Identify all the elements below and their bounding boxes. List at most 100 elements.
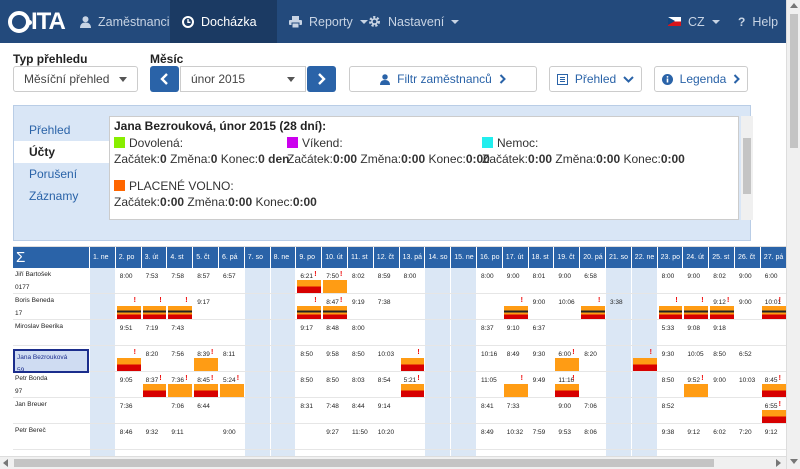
day-cell-time[interactable]: 9:17 [197,299,210,306]
nav-employees[interactable]: Zaměstnanci [68,0,182,43]
tab-overview[interactable]: Přehled [14,119,109,141]
employee-name[interactable]: Petr Bereč [13,424,89,450]
day-cell-time[interactable]: 8:31 [300,403,313,410]
horizontal-scrollbar[interactable] [0,456,786,469]
day-cell-time[interactable]: 8:45 [765,377,778,384]
day-cell-time[interactable]: 8:37 [481,325,494,332]
day-cell-time[interactable]: 8:00 [352,325,365,332]
day-cell-time[interactable]: 9:38 [662,429,675,436]
day-cell-time[interactable]: 6:57 [223,273,236,280]
day-cell-time[interactable]: 6:58 [584,273,597,280]
day-cell-time[interactable]: 8:59 [378,273,391,280]
day-cell-time[interactable]: 9:12 [765,429,778,436]
employee-name[interactable]: Boris Beneda 17 [13,294,89,320]
attendance-bar[interactable] [503,384,528,397]
attendance-bar[interactable] [684,306,709,319]
day-header[interactable]: 2. po [115,247,141,268]
day-header[interactable]: 14. so [425,247,451,268]
day-cell-time[interactable]: 7:36 [171,377,184,384]
day-cell-time[interactable]: 11:05 [481,377,497,384]
day-cell-time[interactable]: 6:55 [765,403,778,410]
attendance-bar[interactable] [194,384,218,397]
day-header[interactable]: 4. st [167,247,193,268]
day-cell-time[interactable]: 9:10 [507,325,520,332]
horizontal-scrollbar-thumb[interactable] [14,459,714,467]
day-cell-time[interactable]: 9:00 [507,273,520,280]
day-cell-time[interactable]: 7:48 [326,403,339,410]
day-cell-time[interactable]: 8:00 [481,273,494,280]
day-cell-time[interactable]: 9:52 [687,377,700,384]
legend-button[interactable]: Legenda [654,66,748,92]
day-cell-time[interactable]: 8:00 [662,273,675,280]
day-cell-time[interactable]: 5:24 [223,377,236,384]
day-header[interactable]: 1. ne [90,247,115,268]
day-cell-time[interactable]: 8:06 [584,429,597,436]
attendance-bar[interactable] [297,280,322,293]
day-header[interactable]: 11. st [348,247,373,268]
day-header[interactable]: 13. pá [399,247,425,268]
day-cell-time[interactable]: 7:59 [533,429,546,436]
day-cell-time[interactable]: 8:20 [146,351,159,358]
day-cell-time[interactable]: 8:46 [120,429,133,436]
nav-attendance[interactable]: Docházka [170,0,277,43]
day-cell-time[interactable]: 8:50 [300,351,313,358]
day-header[interactable]: 17. út [502,247,528,268]
day-cell-time[interactable]: 7:33 [507,403,520,410]
day-cell-time[interactable]: 8:50 [662,377,675,384]
day-header[interactable]: 24. út [683,247,709,268]
day-cell-time[interactable]: 7:38 [378,299,391,306]
attendance-bar[interactable] [581,306,605,319]
day-header[interactable]: 15. ne [451,247,476,268]
day-cell-time[interactable]: 8:47 [326,299,339,306]
scroll-up-arrow-icon[interactable] [790,3,798,8]
day-cell-time[interactable]: 7:50 [326,273,339,280]
ita-logo[interactable]: ITA [8,8,66,36]
day-cell-time[interactable]: 9:00 [713,377,726,384]
attendance-bar[interactable] [194,358,218,371]
day-cell-time[interactable]: 8:44 [352,403,365,410]
employee-name[interactable]: Jana Bezrouková 59 [13,349,89,374]
attendance-bar[interactable] [220,384,244,397]
day-cell-time[interactable]: 8:02 [713,273,726,280]
day-cell-time[interactable]: 9:32 [146,429,159,436]
employee-name[interactable]: Petr Bonda 97 [13,372,89,398]
day-cell-time[interactable]: 9:08 [687,325,700,332]
day-cell-time[interactable]: 6:52 [739,351,752,358]
day-cell-time[interactable]: 9:18 [713,325,726,332]
day-cell-time[interactable]: 8:11 [223,351,235,358]
attendance-bar[interactable] [400,384,425,397]
day-cell-time[interactable]: 9:05 [120,377,133,384]
language-select[interactable]: CZ [656,0,732,43]
day-cell-time[interactable]: 8:57 [197,273,210,280]
day-cell-time[interactable]: 9:19 [352,299,365,306]
day-header[interactable]: 23. po [657,247,683,268]
attendance-bar[interactable] [555,358,580,371]
day-cell-time[interactable]: 10:06 [558,299,574,306]
next-month-button[interactable] [307,66,336,92]
scroll-left-arrow-icon[interactable] [3,459,8,467]
day-cell-time[interactable]: 6:21 [300,273,313,280]
day-header[interactable]: 20. pá [580,247,605,268]
tab-violations[interactable]: Porušení [14,163,109,185]
day-cell-time[interactable]: 7:06 [584,403,597,410]
day-header[interactable]: 9. po [296,247,322,268]
day-cell-time[interactable]: 9:17 [300,325,313,332]
day-cell-time[interactable]: 6:44 [197,403,210,410]
day-header[interactable]: 6. pá [219,247,244,268]
day-cell-time[interactable]: 7:06 [171,403,184,410]
day-cell-time[interactable]: 10:16 [481,351,497,358]
day-cell-time[interactable]: 10:32 [507,429,523,436]
employee-name[interactable]: Jan Breuer [13,398,89,424]
attendance-bar[interactable] [142,384,167,397]
attendance-bar[interactable] [684,384,709,397]
day-cell-time[interactable]: 9:11 [171,429,183,436]
attendance-bar[interactable] [116,306,141,319]
scroll-down-arrow-icon[interactable] [790,459,798,464]
day-header[interactable]: 16. po [477,247,502,268]
day-cell-time[interactable]: 10:03 [378,351,394,358]
day-cell-time[interactable]: 9:00 [223,429,236,436]
day-cell-time[interactable]: 8:03 [352,377,365,384]
scroll-right-arrow-icon[interactable] [776,459,781,467]
attendance-bar[interactable] [323,280,347,293]
attendance-bar[interactable] [761,306,786,319]
